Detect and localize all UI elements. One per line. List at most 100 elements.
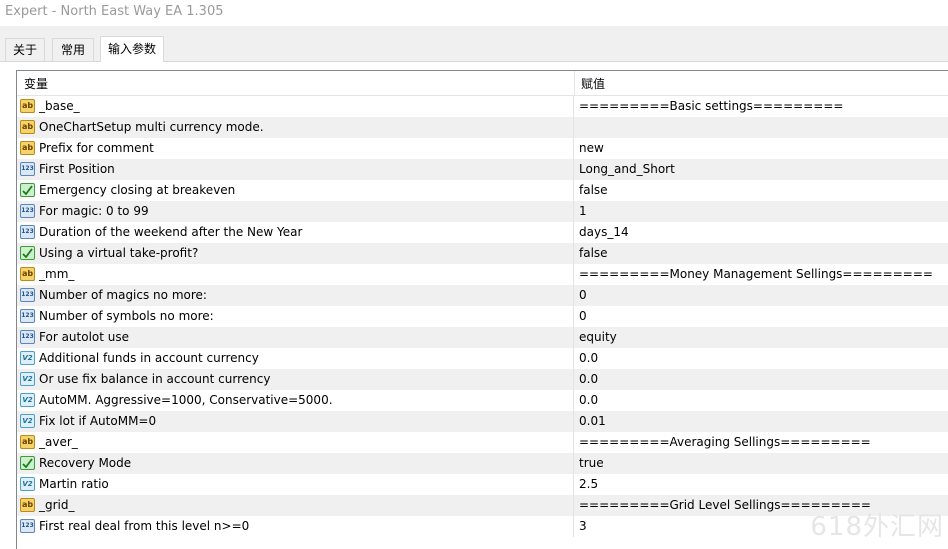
double-type-icon: V2 <box>20 477 35 491</box>
parameter-row[interactable]: 123 First Position Long_and_Short <box>17 159 948 180</box>
parameter-value[interactable]: 0 <box>574 285 948 306</box>
parameter-value[interactable]: 0.0 <box>574 348 948 369</box>
parameter-value[interactable] <box>574 117 948 138</box>
double-type-icon: V2 <box>20 393 35 407</box>
parameter-name-cell[interactable]: Emergency closing at breakeven <box>17 180 574 201</box>
parameter-name-cell[interactable]: ab _grid_ <box>17 495 574 516</box>
parameter-name-cell[interactable]: 123 First Position <box>17 159 574 180</box>
parameter-row[interactable]: V2 Fix lot if AutoMM=0 0.01 <box>17 411 948 432</box>
tab-inputs[interactable]: 输入参数 <box>100 36 164 62</box>
parameter-value[interactable]: false <box>574 243 948 264</box>
parameter-row[interactable]: ab OneChartSetup multi currency mode. <box>17 117 948 138</box>
parameter-name-cell[interactable]: 123 Number of magics no more: <box>17 285 574 306</box>
parameter-value[interactable]: new <box>574 138 948 159</box>
parameter-row[interactable]: V2 Martin ratio 2.5 <box>17 474 948 495</box>
parameter-name: Martin ratio <box>39 477 109 491</box>
parameter-value[interactable]: 0.01 <box>574 411 948 432</box>
parameter-value[interactable]: false <box>574 180 948 201</box>
parameter-value[interactable]: =========Basic settings========= <box>574 96 948 117</box>
parameter-name-cell[interactable]: V2 Fix lot if AutoMM=0 <box>17 411 574 432</box>
string-type-icon: ab <box>20 267 35 281</box>
parameter-row[interactable]: 123 For autolot use equity <box>17 327 948 348</box>
parameter-name: _base_ <box>39 99 80 113</box>
parameter-row[interactable]: V2 Additional funds in account currency 0.… <box>17 348 948 369</box>
parameter-row[interactable]: 123 First real deal from this level n>=0 3 <box>17 516 948 537</box>
parameter-name-cell[interactable]: V2 Additional funds in account currency <box>17 348 574 369</box>
parameter-name-cell[interactable]: 123 Number of symbols no more: <box>17 306 574 327</box>
parameter-value[interactable]: 0.0 <box>574 390 948 411</box>
boolean-type-icon <box>20 183 35 197</box>
parameter-name: Additional funds in account currency <box>39 351 259 365</box>
parameter-name: For magic: 0 to 99 <box>39 204 149 218</box>
parameter-value[interactable]: days_14 <box>574 222 948 243</box>
parameter-row[interactable]: 123 Number of symbols no more: 0 <box>17 306 948 327</box>
parameter-name: Emergency closing at breakeven <box>39 183 236 197</box>
parameter-name-cell[interactable]: V2 Or use fix balance in account currency <box>17 369 574 390</box>
parameter-value[interactable]: Long_and_Short <box>574 159 948 180</box>
parameter-value[interactable]: =========Money Management Sellings======… <box>574 264 948 285</box>
parameter-name: Number of symbols no more: <box>39 309 214 323</box>
parameter-name: _mm_ <box>39 267 75 281</box>
parameter-name: For autolot use <box>39 330 130 344</box>
parameter-name: _aver_ <box>39 435 78 449</box>
parameter-name-cell[interactable]: 123 For magic: 0 to 99 <box>17 201 574 222</box>
parameter-name-cell[interactable]: ab _base_ <box>17 96 574 117</box>
double-type-icon: V2 <box>20 372 35 386</box>
parameter-name: Fix lot if AutoMM=0 <box>39 414 157 428</box>
parameter-row[interactable]: V2 AutoMM. Aggressive=1000, Conservative=… <box>17 390 948 411</box>
parameter-name-cell[interactable]: Using a virtual take-profit? <box>17 243 574 264</box>
parameter-value[interactable]: 0.0 <box>574 369 948 390</box>
parameter-value[interactable]: 1 <box>574 201 948 222</box>
integer-type-icon: 123 <box>20 225 35 239</box>
parameter-name-cell[interactable]: ab _mm_ <box>17 264 574 285</box>
tab-common[interactable]: 常用 <box>52 38 94 61</box>
parameter-name-cell[interactable]: V2 AutoMM. Aggressive=1000, Conservative=… <box>17 390 574 411</box>
parameter-name: OneChartSetup multi currency mode. <box>39 120 264 134</box>
string-type-icon: ab <box>20 99 35 113</box>
parameter-value[interactable]: 0 <box>574 306 948 327</box>
parameter-name-cell[interactable]: 123 Duration of the weekend after the New… <box>17 222 574 243</box>
parameter-name-cell[interactable]: ab OneChartSetup multi currency mode. <box>17 117 574 138</box>
string-type-icon: ab <box>20 120 35 134</box>
parameter-row[interactable]: ab _aver_ =========Averaging Sellings=====… <box>17 432 948 453</box>
parameter-name: Number of magics no more: <box>39 288 207 302</box>
parameter-row[interactable]: Using a virtual take-profit? false <box>17 243 948 264</box>
string-type-icon: ab <box>20 141 35 155</box>
integer-type-icon: 123 <box>20 519 35 533</box>
parameter-row[interactable]: 123 Duration of the weekend after the New… <box>17 222 948 243</box>
parameter-name-cell[interactable]: ab _aver_ <box>17 432 574 453</box>
double-type-icon: V2 <box>20 414 35 428</box>
parameter-row[interactable]: Recovery Mode true <box>17 453 948 474</box>
integer-type-icon: 123 <box>20 309 35 323</box>
parameter-name: _grid_ <box>39 498 75 512</box>
parameter-name-cell[interactable]: 123 First real deal from this level n>=0 <box>17 516 574 537</box>
column-header-value[interactable]: 赋值 <box>574 71 948 95</box>
parameters-grid: 变量 赋值 ab _base_ =========Basic settings===… <box>16 70 948 549</box>
parameter-name-cell[interactable]: Recovery Mode <box>17 453 574 474</box>
parameter-name: Recovery Mode <box>39 456 132 470</box>
parameter-row[interactable]: ab _base_ =========Basic settings========= <box>17 96 948 117</box>
parameter-name-cell[interactable]: V2 Martin ratio <box>17 474 574 495</box>
parameter-row[interactable]: ab Prefix for comment new <box>17 138 948 159</box>
parameter-name-cell[interactable]: ab Prefix for comment <box>17 138 574 159</box>
parameter-row[interactable]: ab _mm_ =========Money Management Sellings… <box>17 264 948 285</box>
window-title: Expert - North East Way EA 1.305 <box>0 0 948 26</box>
parameter-row[interactable]: V2 Or use fix balance in account currency… <box>17 369 948 390</box>
parameter-row[interactable]: 123 For magic: 0 to 99 1 <box>17 201 948 222</box>
tab-about[interactable]: 关于 <box>5 38 45 61</box>
parameter-value[interactable]: true <box>574 453 948 474</box>
grid-header: 变量 赋值 <box>17 71 948 96</box>
parameter-value[interactable]: =========Averaging Sellings========= <box>574 432 948 453</box>
integer-type-icon: 123 <box>20 204 35 218</box>
parameter-name-cell[interactable]: 123 For autolot use <box>17 327 574 348</box>
parameter-value[interactable]: 2.5 <box>574 474 948 495</box>
column-header-variable[interactable]: 变量 <box>17 71 574 95</box>
parameter-row[interactable]: ab _grid_ =========Grid Level Sellings====… <box>17 495 948 516</box>
parameter-name: First Position <box>39 162 115 176</box>
parameter-value[interactable]: equity <box>574 327 948 348</box>
parameter-name: Using a virtual take-profit? <box>39 246 199 260</box>
parameter-row[interactable]: 123 Number of magics no more: 0 <box>17 285 948 306</box>
parameter-name: Prefix for comment <box>39 141 154 155</box>
integer-type-icon: 123 <box>20 330 35 344</box>
parameter-row[interactable]: Emergency closing at breakeven false <box>17 180 948 201</box>
